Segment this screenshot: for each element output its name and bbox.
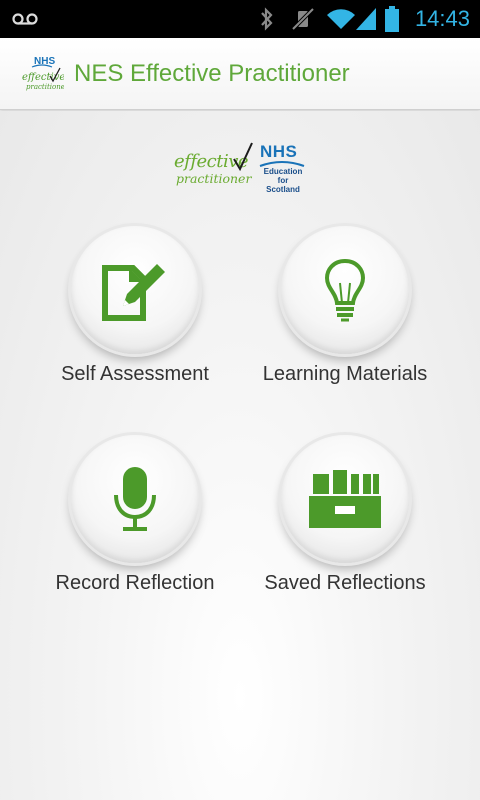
- brand-nhs-subtitle: Education for Scotland: [263, 167, 303, 194]
- saved-reflections-label[interactable]: Saved Reflections: [225, 572, 465, 595]
- vibrate-icon: [290, 0, 316, 38]
- record-reflection-button[interactable]: [71, 435, 199, 563]
- learning-materials-button[interactable]: [281, 226, 409, 354]
- brand-practitioner: practitioner: [176, 171, 252, 186]
- bluetooth-icon: [258, 0, 276, 38]
- record-reflection-tile[interactable]: Record Reflection: [35, 435, 235, 615]
- learning-materials-label[interactable]: Learning Materials: [225, 363, 465, 386]
- saved-reflections-tile[interactable]: Saved Reflections: [245, 435, 445, 615]
- wifi-icon: [326, 0, 356, 38]
- status-bar: 14:43: [0, 0, 480, 38]
- svg-text:effective: effective: [22, 72, 64, 83]
- app-title: NES Effective Practitioner: [74, 60, 350, 87]
- signal-icon: [354, 0, 378, 38]
- lightbulb-icon: [324, 258, 366, 322]
- checkmark-icon: [233, 142, 253, 171]
- brand-logo: effective practitioner NHS Education for…: [170, 141, 310, 197]
- clock: 14:43: [414, 6, 470, 31]
- brand-nhs: NHS: [260, 142, 298, 161]
- file-box-icon: [309, 470, 381, 528]
- battery-icon: [384, 0, 400, 38]
- main-content: effective practitioner NHS Education for…: [0, 111, 480, 800]
- voicemail-icon: [12, 0, 38, 38]
- app-logo[interactable]: NHS effective practitioner: [20, 54, 69, 94]
- saved-reflections-button[interactable]: [281, 435, 409, 563]
- self-assessment-tile[interactable]: Self Assessment: [35, 226, 235, 406]
- microphone-icon: [114, 467, 156, 531]
- edit-document-icon: [102, 264, 165, 321]
- learning-materials-tile[interactable]: Learning Materials: [245, 226, 445, 406]
- svg-text:practitioner: practitioner: [26, 83, 64, 91]
- action-bar: NHS effective practitioner NES Effective…: [0, 38, 480, 110]
- record-reflection-label[interactable]: Record Reflection: [15, 572, 255, 595]
- self-assessment-button[interactable]: [71, 226, 199, 354]
- self-assessment-label[interactable]: Self Assessment: [15, 363, 255, 386]
